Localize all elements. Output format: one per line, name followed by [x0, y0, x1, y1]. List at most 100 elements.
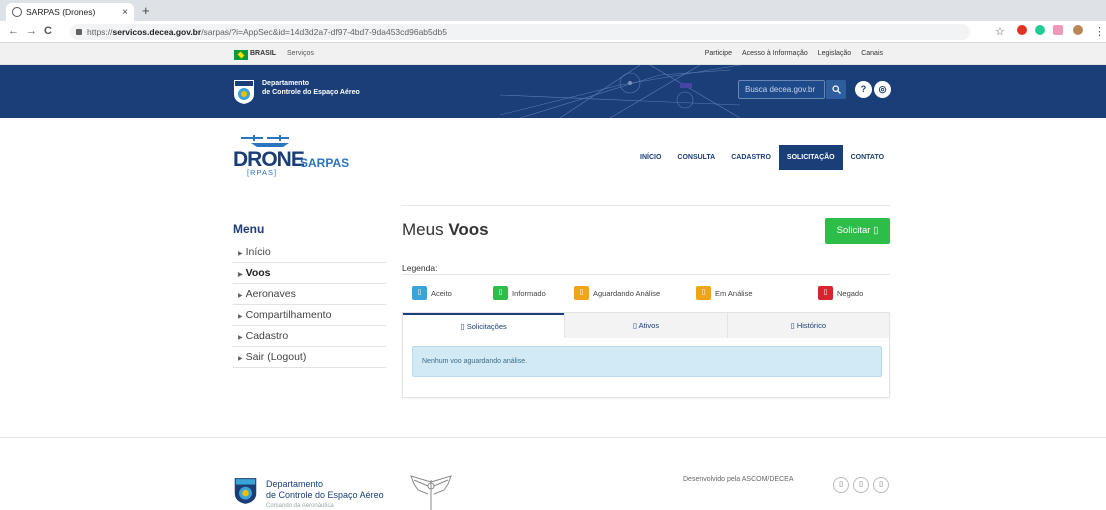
header-department-name: Departamento de Controle do Espaço Aéreo [262, 79, 360, 97]
sidebar-item-label: Início [245, 246, 271, 258]
sidebar-item-inicio[interactable]: ▶ Início [233, 242, 386, 263]
sidebar-menu: ▶ Início ▶ Voos ▶ Aeronaves ▶ Compartilhamen… [233, 242, 386, 368]
section-divider [402, 205, 890, 206]
url-prefix: https:// [87, 27, 113, 37]
aeronautical-map-decoration [500, 65, 740, 118]
forward-icon[interactable]: → [26, 25, 37, 37]
decea-footer-logo-icon [234, 478, 257, 504]
solicitar-button[interactable]: Solicitar ▯ [825, 218, 890, 244]
sidebar-item-compartilhamento[interactable]: ▶ Compartilhamento [233, 305, 386, 326]
sidebar-item-cadastro[interactable]: ▶ Cadastro [233, 326, 386, 347]
help-icon[interactable]: ? [855, 81, 872, 98]
gov-servicos-link[interactable]: Serviços [287, 50, 314, 57]
main-nav: INÍCIO CONSULTA CADASTRO SOLICITAÇÃO CON… [632, 145, 892, 170]
site-header: Departamento de Controle do Espaço Aéreo… [0, 65, 1106, 118]
status-square-icon: ▯ [818, 286, 833, 300]
new-tab-button[interactable]: + [142, 3, 150, 19]
browser-menu-icon[interactable]: ⋮ [1094, 25, 1105, 38]
nav-contato[interactable]: CONTATO [843, 145, 892, 170]
bookmark-star-icon[interactable]: ☆ [995, 25, 1005, 38]
url-field[interactable]: https://servicos.decea.gov.br/sarpas/?i=… [70, 24, 970, 40]
status-square-icon: ▯ [493, 286, 508, 300]
tab-solicitacoes[interactable]: ▯ Solicitações [403, 313, 565, 338]
nav-consulta[interactable]: CONSULTA [669, 145, 723, 170]
header-dept-line1: Departamento [262, 80, 310, 87]
search-icon [831, 85, 841, 94]
sidebar-item-voos[interactable]: ▶ Voos [233, 263, 386, 284]
tab-historico[interactable]: ▯ Histórico [726, 313, 889, 338]
footer-dept-line2: de Controle do Espaço Aéreo [266, 490, 384, 500]
legend-item-label: Informado [512, 288, 546, 298]
social-facebook-icon[interactable]: ▯ [833, 477, 849, 493]
chat-icon[interactable]: ◎ [874, 81, 891, 98]
extension-grammarly-icon[interactable] [1035, 25, 1045, 35]
legend-item-negado: ▯ Negado [818, 286, 863, 300]
profile-avatar-icon[interactable] [1073, 25, 1083, 35]
caret-right-icon: ▶ [238, 293, 243, 299]
legend-item-aguardando: ▯ Aguardando Análise [574, 286, 660, 300]
back-icon[interactable]: ← [8, 25, 19, 37]
gov-brasil-link[interactable]: BRASIL [250, 50, 276, 57]
legend-item-label: Negado [837, 288, 864, 298]
caret-right-icon: ▶ [238, 314, 243, 320]
sidebar-item-label: Sair (Logout) [245, 351, 307, 363]
extension-icon[interactable] [1053, 25, 1063, 35]
page-title-prefix: Meus [402, 220, 444, 239]
tab-ativos[interactable]: ▯ Ativos [564, 313, 727, 338]
caret-right-icon: ▶ [238, 251, 243, 257]
footer-dept-line1: Departamento [266, 479, 324, 489]
page-title: Meus Voos [402, 220, 489, 240]
browser-tab[interactable]: SARPAS (Drones) × [6, 3, 134, 21]
caret-right-icon: ▶ [238, 356, 243, 362]
lock-icon [76, 29, 82, 35]
air-force-wings-icon [410, 475, 452, 510]
sidebar-item-logout[interactable]: ▶ Sair (Logout) [233, 347, 386, 368]
social-twitter-icon[interactable]: ▯ [853, 477, 869, 493]
gov-link-acesso[interactable]: Acesso à Informação [742, 50, 808, 57]
caret-right-icon: ▶ [238, 335, 243, 341]
gov-link-legislacao[interactable]: Legislação [818, 50, 851, 57]
legend-item-aceito: ▯ Aceito [412, 286, 452, 300]
sarpas-wordmark: SARPAS [300, 156, 350, 170]
sidebar-title: Menu [233, 222, 265, 236]
status-square-icon: ▯ [696, 286, 711, 300]
extension-opera-icon[interactable] [1017, 25, 1027, 35]
sidebar-item-label: Cadastro [245, 330, 289, 342]
legend-item-label: Em Análise [715, 288, 753, 298]
nav-inicio[interactable]: INÍCIO [632, 145, 669, 170]
legend-item-em-analise: ▯ Em Análise [696, 286, 753, 300]
header-dept-line2: de Controle do Espaço Aéreo [262, 89, 360, 96]
legend-divider [402, 274, 890, 275]
gov-link-participe[interactable]: Participe [705, 50, 732, 57]
nav-cadastro[interactable]: CADASTRO [723, 145, 779, 170]
flights-panel: ▯ Solicitações ▯ Ativos ▯ Histórico Nenh… [402, 312, 890, 398]
footer-developed-by: Desenvolvido pela ASCOM/DECEA [683, 476, 794, 483]
footer-divider [0, 437, 1106, 438]
gov-link-canais[interactable]: Canais [861, 50, 883, 57]
header-search-input[interactable]: Busca decea.gov.br [738, 80, 825, 99]
decea-logo-icon [234, 80, 254, 104]
status-square-icon: ▯ [574, 286, 589, 300]
status-square-icon: ▯ [412, 286, 427, 300]
legend-label: Legenda: [402, 263, 438, 273]
url-path: /sarpas/?i=AppSec&id=14d3d2a7-df97-4bd7-… [201, 27, 447, 37]
footer-department-name: Departamento de Controle do Espaço Aéreo [266, 479, 384, 501]
brazil-flag-icon [234, 50, 248, 60]
caret-right-icon: ▶ [238, 272, 243, 278]
url-domain: servicos.decea.gov.br [112, 27, 202, 37]
browser-tab-bar: SARPAS (Drones) × + [0, 0, 1106, 21]
sidebar-item-aeronaves[interactable]: ▶ Aeronaves [233, 284, 386, 305]
legend-item-label: Aceito [431, 288, 452, 298]
nav-solicitacao[interactable]: SOLICITAÇÃO [778, 145, 843, 170]
sidebar-item-label: Voos [245, 267, 271, 279]
tab-close-icon[interactable]: × [122, 7, 128, 18]
search-button[interactable] [826, 80, 846, 99]
empty-state-alert: Nenhum voo aguardando análise. [412, 346, 882, 377]
legend-item-label: Aguardando Análise [593, 288, 661, 298]
reload-icon[interactable]: C [44, 25, 52, 37]
flights-tabs: ▯ Solicitações ▯ Ativos ▯ Histórico [403, 313, 889, 338]
page-title-bold: Voos [448, 220, 489, 239]
legend-item-informado: ▯ Informado [493, 286, 546, 300]
sidebar-item-label: Aeronaves [245, 288, 296, 300]
social-youtube-icon[interactable]: ▯ [873, 477, 889, 493]
